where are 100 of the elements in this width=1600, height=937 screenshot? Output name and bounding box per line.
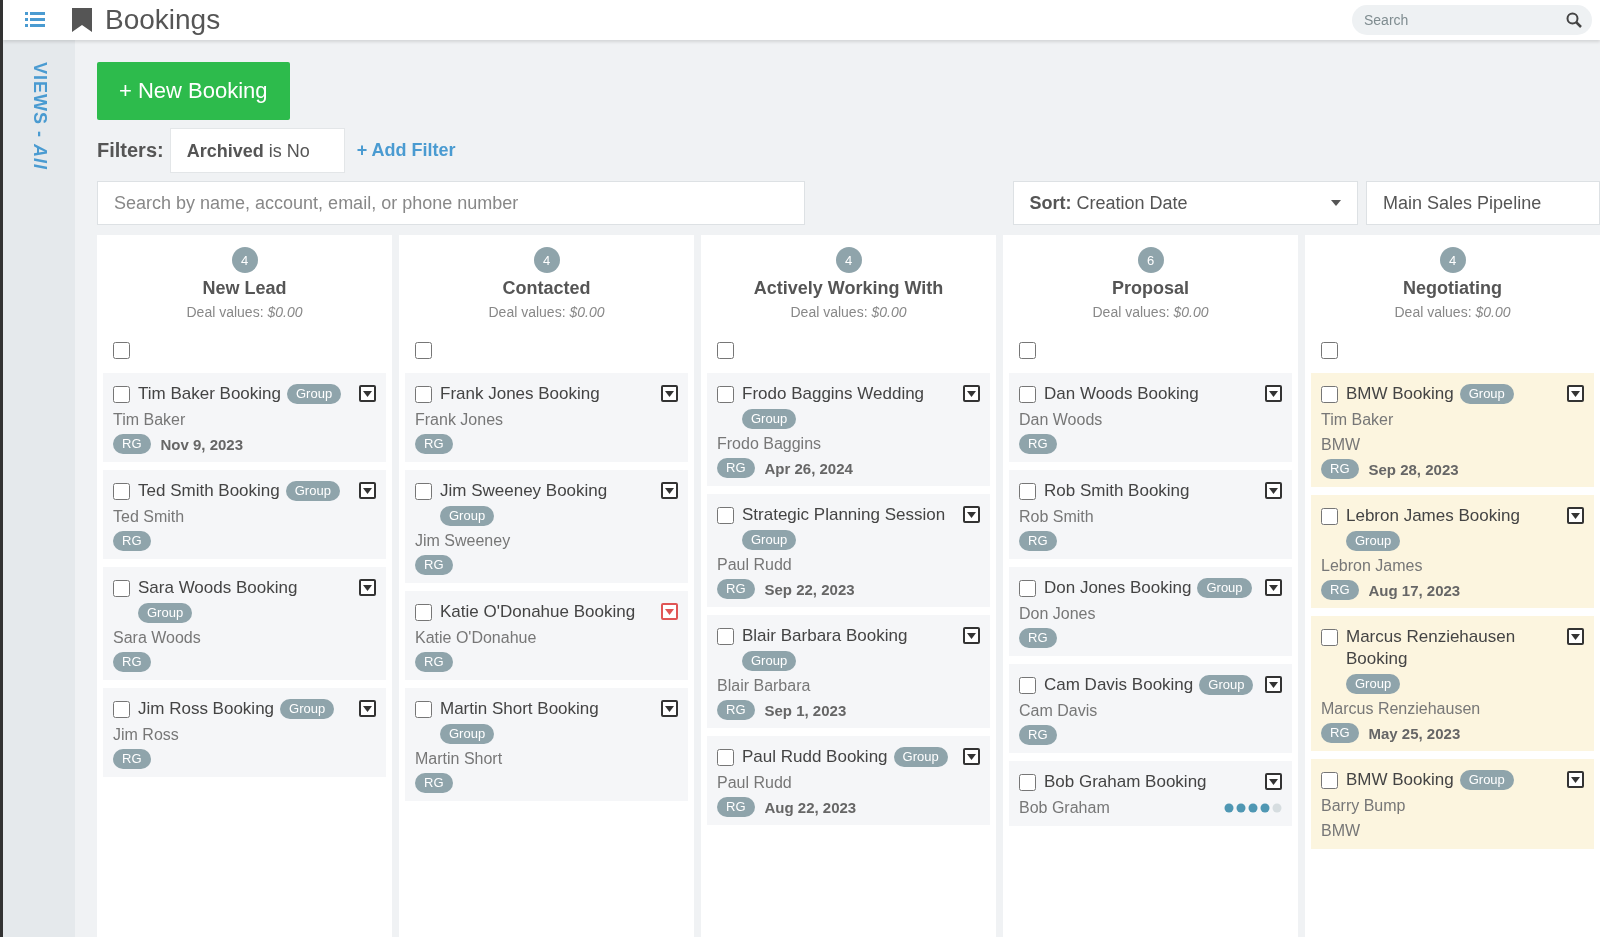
- group-badge: Group: [440, 506, 495, 526]
- dropdown-button[interactable]: [1567, 507, 1584, 524]
- booking-card[interactable]: Lebron James Booking Group Lebron James RG Aug 17, 2023: [1311, 495, 1594, 608]
- dropdown-button[interactable]: [963, 627, 980, 644]
- booking-card[interactable]: Martin Short Booking Group Martin Short RG: [405, 688, 688, 801]
- contact-name: Paul Rudd: [717, 555, 792, 575]
- dropdown-button[interactable]: [1265, 676, 1282, 693]
- card-checkbox[interactable]: [717, 507, 734, 524]
- booking-title: Tim Baker Booking: [138, 383, 281, 405]
- booking-date: Apr 26, 2024: [764, 459, 853, 477]
- card-checkbox[interactable]: [1321, 508, 1338, 525]
- booking-card[interactable]: Ted Smith Booking Group Ted Smith RG: [103, 470, 386, 559]
- select-all-checkbox[interactable]: [1019, 342, 1036, 359]
- card-checkbox[interactable]: [1019, 677, 1036, 694]
- initials-badge: RG: [415, 434, 453, 454]
- contact-name: Sara Woods: [113, 628, 201, 648]
- dropdown-button[interactable]: [661, 385, 678, 402]
- dropdown-button[interactable]: [1567, 771, 1584, 788]
- booking-card[interactable]: Katie O'Donahue Booking Katie O'Donahue RG: [405, 591, 688, 680]
- booking-title: Martin Short Booking: [440, 698, 599, 720]
- booking-card[interactable]: Rob Smith Booking Rob Smith RG: [1009, 470, 1292, 559]
- card-checkbox[interactable]: [415, 701, 432, 718]
- booking-title: Dan Woods Booking: [1044, 383, 1199, 405]
- card-checkbox[interactable]: [1019, 774, 1036, 791]
- booking-card[interactable]: Sara Woods Booking Group Sara Woods RG: [103, 567, 386, 680]
- search-field[interactable]: Search: [1352, 5, 1592, 35]
- card-checkbox[interactable]: [113, 386, 130, 403]
- dropdown-button[interactable]: [661, 700, 678, 717]
- card-checkbox[interactable]: [1019, 580, 1036, 597]
- dropdown-button[interactable]: [359, 579, 376, 596]
- card-checkbox[interactable]: [717, 749, 734, 766]
- booking-card[interactable]: BMW Booking Group Tim Baker BMW RG Sep 28, 2023: [1311, 373, 1594, 487]
- group-badge: Group: [1346, 531, 1401, 551]
- caret-icon: [1571, 776, 1580, 783]
- select-all-checkbox[interactable]: [415, 342, 432, 359]
- dropdown-button[interactable]: [1567, 385, 1584, 402]
- dropdown-button[interactable]: [1265, 579, 1282, 596]
- booking-card[interactable]: BMW Booking Group Barry Bump BMW: [1311, 759, 1594, 849]
- booking-card[interactable]: Paul Rudd Booking Group Paul Rudd RG Aug 22, 2023: [707, 736, 990, 825]
- card-checkbox[interactable]: [1321, 629, 1338, 646]
- select-all-checkbox[interactable]: [113, 342, 130, 359]
- booking-card[interactable]: Marcus Renziehausen Booking Group Marcus Renziehausen RG May 25, 2023: [1311, 616, 1594, 751]
- card-checkbox[interactable]: [717, 386, 734, 403]
- booking-title: Jim Ross Booking: [138, 698, 275, 720]
- pipeline-dropdown[interactable]: Main Sales Pipeline: [1366, 181, 1600, 225]
- search-field[interactable]: Search by name, account, email, or phone number: [97, 181, 805, 225]
- select-all-checkbox[interactable]: [717, 342, 734, 359]
- group-badge: Group: [280, 699, 335, 719]
- initials-badge: RG: [113, 652, 151, 672]
- booking-card[interactable]: Frank Jones Booking Frank Jones RG: [405, 373, 688, 462]
- booking-card[interactable]: Don Jones Booking Group Don Jones RG: [1009, 567, 1292, 656]
- card-checkbox[interactable]: [415, 483, 432, 500]
- card-checkbox[interactable]: [113, 483, 130, 500]
- card-checkbox[interactable]: [113, 580, 130, 597]
- booking-card[interactable]: Cam Davis Booking Group Cam Davis RG: [1009, 664, 1292, 753]
- dropdown-button[interactable]: [359, 482, 376, 499]
- card-checkbox[interactable]: [415, 604, 432, 621]
- dropdown-button[interactable]: [359, 700, 376, 717]
- booking-title: Bob Graham Booking: [1044, 771, 1207, 793]
- filter-chip[interactable]: Archived is No: [169, 128, 345, 173]
- dropdown-button[interactable]: [1265, 385, 1282, 402]
- booking-card[interactable]: Bob Graham Booking Bob Graham: [1009, 761, 1292, 826]
- dropdown-button[interactable]: [359, 385, 376, 402]
- card-checkbox[interactable]: [1019, 386, 1036, 403]
- group-badge: Group: [138, 603, 193, 623]
- dropdown-button[interactable]: [963, 506, 980, 523]
- caret-icon: [1331, 200, 1342, 206]
- booking-title: Frank Jones Booking: [440, 383, 600, 405]
- dropdown-button[interactable]: [1567, 628, 1584, 645]
- booking-card[interactable]: Frodo Baggins Wedding Group Frodo Baggins RG Apr 26, 2024: [707, 373, 990, 486]
- booking-card[interactable]: Strategic Planning Session Group Paul Rudd RG Sep 22, 2023: [707, 494, 990, 607]
- contact-name: Dan Woods: [1019, 410, 1103, 430]
- deal-values: Deal values: $0.00: [1092, 304, 1209, 320]
- dropdown-button[interactable]: [963, 385, 980, 402]
- sort-dropdown[interactable]: Sort: Creation Date: [1012, 181, 1359, 225]
- contact-name: Martin Short: [415, 749, 503, 769]
- card-checkbox[interactable]: [415, 386, 432, 403]
- contact-name: Frodo Baggins: [717, 434, 822, 454]
- group-badge: Group: [440, 724, 495, 744]
- caret-icon: [665, 608, 674, 615]
- booking-card[interactable]: Dan Woods Booking Dan Woods RG: [1009, 373, 1292, 462]
- booking-title: Ted Smith Booking: [138, 480, 280, 502]
- booking-card[interactable]: Blair Barbara Booking Group Blair Barbara RG Sep 1, 2023: [707, 615, 990, 728]
- menu-icon[interactable]: [25, 12, 45, 28]
- select-all-checkbox[interactable]: [1321, 342, 1338, 359]
- booking-card[interactable]: Tim Baker Booking Group Tim Baker RG Nov 9, 2023: [103, 373, 386, 462]
- dropdown-button[interactable]: [1265, 482, 1282, 499]
- dropdown-button[interactable]: [963, 748, 980, 765]
- card-checkbox[interactable]: [113, 701, 130, 718]
- card-checkbox[interactable]: [1019, 483, 1036, 500]
- booking-title: Lebron James Booking: [1346, 505, 1520, 527]
- card-checkbox[interactable]: [1321, 386, 1338, 403]
- booking-card[interactable]: Jim Sweeney Booking Group Jim Sweeney RG: [405, 470, 688, 583]
- search-icon[interactable]: [1566, 12, 1582, 28]
- card-checkbox[interactable]: [717, 628, 734, 645]
- contact-name: Rob Smith: [1019, 507, 1094, 527]
- dropdown-button[interactable]: [661, 482, 678, 499]
- booking-card[interactable]: Jim Ross Booking Group Jim Ross RG: [103, 688, 386, 777]
- dropdown-button[interactable]: [1265, 773, 1282, 790]
- card-checkbox[interactable]: [1321, 772, 1338, 789]
